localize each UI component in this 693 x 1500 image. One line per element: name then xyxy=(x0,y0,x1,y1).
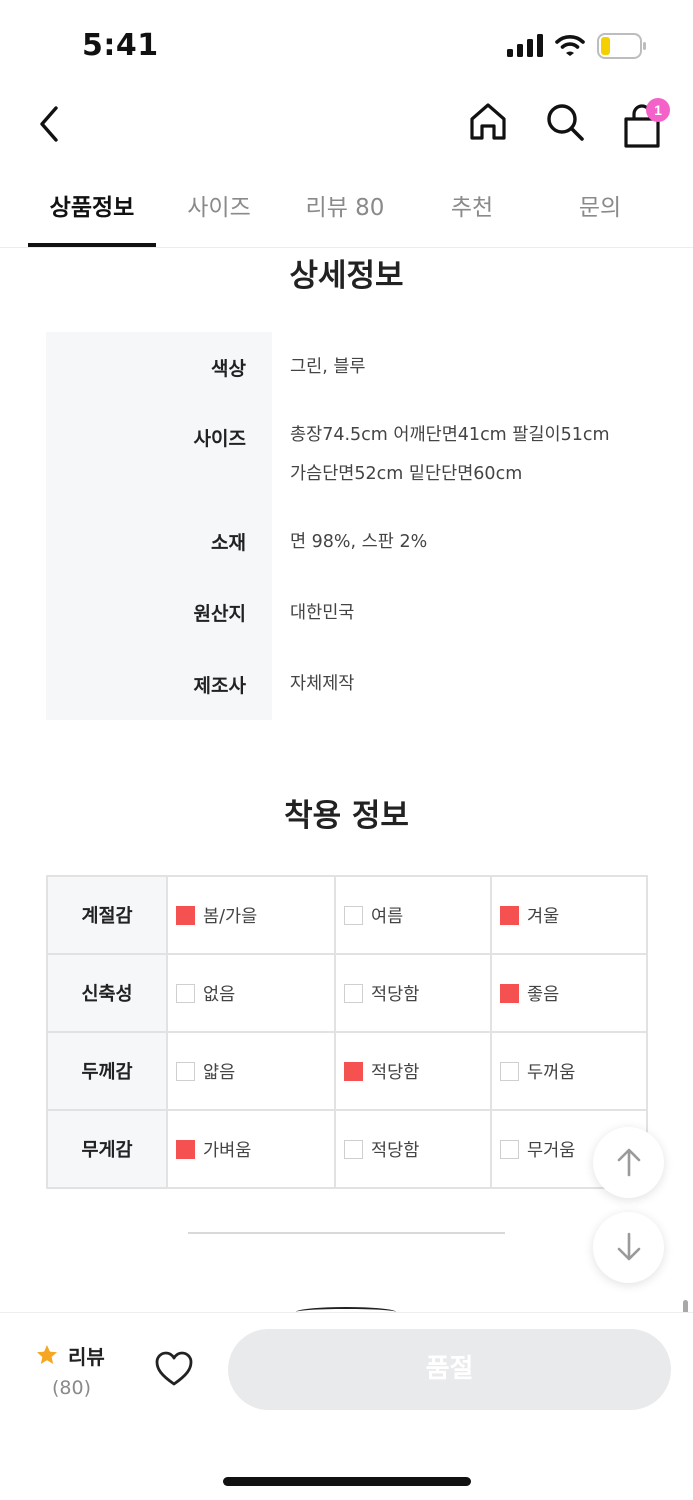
status-time: 5:41 xyxy=(82,28,159,63)
tab-inquiry[interactable]: 문의 xyxy=(536,188,664,248)
wear-option: 적당함 xyxy=(334,1031,492,1111)
cart-count-badge: 1 xyxy=(646,98,670,122)
detail-title: 상세정보 xyxy=(289,258,404,294)
search-icon xyxy=(547,104,584,141)
wear-option-label: 얇음 xyxy=(203,1062,236,1083)
detail-value-material: 면 98%, 스판 2% xyxy=(290,532,428,552)
wear-label-thickness: 두께감 xyxy=(46,1031,168,1111)
table-row: 두께감 얇음 적당함 두꺼움 xyxy=(46,1031,648,1111)
table-row: 무게감 가벼움 적당함 무거움 xyxy=(46,1109,648,1189)
checkbox-icon xyxy=(500,905,519,925)
wear-label-weight: 무게감 xyxy=(46,1109,168,1189)
bottom-action-bar: 리뷰 (80) 품절 xyxy=(0,1312,693,1500)
wear-option: 없음 xyxy=(166,953,336,1033)
checkbox-icon xyxy=(344,905,363,925)
review-label: 리뷰 xyxy=(68,1345,105,1369)
tab-size[interactable]: 사이즈 xyxy=(156,188,282,248)
tab-review[interactable]: 리뷰 80 xyxy=(282,188,408,248)
wear-option: 겨울 xyxy=(490,875,648,955)
wear-option-label: 좋음 xyxy=(527,984,560,1005)
tab-recommend[interactable]: 추천 xyxy=(408,188,536,248)
checkbox-icon xyxy=(176,1139,195,1159)
search-button[interactable] xyxy=(543,100,587,144)
detail-label-origin: 원산지 xyxy=(193,603,246,625)
wear-option-label: 겨울 xyxy=(527,906,560,927)
detail-label-manufacturer: 제조사 xyxy=(193,675,246,697)
detail-label-size: 사이즈 xyxy=(193,428,246,450)
checkbox-icon xyxy=(344,1139,363,1159)
detail-value-color: 그린, 블루 xyxy=(290,357,366,377)
wear-option: 여름 xyxy=(334,875,492,955)
wear-option-label: 적당함 xyxy=(371,1140,420,1161)
checkbox-icon xyxy=(500,1061,519,1081)
detail-value-size: 총장74.5cm 어깨단면41cm 팔길이51cm xyxy=(290,425,610,445)
checkbox-icon xyxy=(344,1061,363,1081)
wear-option: 얇음 xyxy=(166,1031,336,1111)
wear-option-label: 가벼움 xyxy=(203,1140,252,1161)
wear-title: 착용 정보 xyxy=(284,798,409,834)
detail-table: 색상 그린, 블루 사이즈 총장74.5cm 어깨단면41cm 팔길이51cm … xyxy=(46,332,646,720)
table-row: 신축성 없음 적당함 좋음 xyxy=(46,953,648,1033)
review-count: (80) xyxy=(52,1377,92,1399)
wear-option: 적당함 xyxy=(334,953,492,1033)
detail-value-manufacturer: 자체제작 xyxy=(290,674,355,694)
wear-option: 적당함 xyxy=(334,1109,492,1189)
wear-option: 두꺼움 xyxy=(490,1031,648,1111)
detail-label-material: 소재 xyxy=(211,532,246,554)
table-row: 계절감 봄/가을 여름 겨울 xyxy=(46,875,648,955)
tab-bar: 상품정보 사이즈 리뷰 80 추천 문의 xyxy=(0,168,693,248)
wear-option-label: 무거움 xyxy=(527,1140,576,1161)
header: 1 xyxy=(0,92,693,160)
active-tab-indicator xyxy=(28,243,156,247)
wear-option-label: 여름 xyxy=(371,906,404,927)
cart-button[interactable]: 1 xyxy=(620,98,670,148)
checkbox-icon xyxy=(344,983,363,1003)
detail-value-size-2: 가슴단면52cm 밑단단면60cm xyxy=(290,464,523,484)
checkbox-icon xyxy=(176,905,195,925)
wear-option-label: 없음 xyxy=(203,984,236,1005)
star-icon xyxy=(37,1345,57,1364)
battery-icon xyxy=(597,33,646,59)
scroll-bottom-button[interactable] xyxy=(593,1212,664,1283)
wear-option-label: 적당함 xyxy=(371,1062,420,1083)
tab-product-info[interactable]: 상품정보 xyxy=(28,188,156,248)
detail-value-origin: 대한민국 xyxy=(290,603,355,623)
wear-option-label: 적당함 xyxy=(371,984,420,1005)
arrow-up-icon xyxy=(617,1148,641,1177)
wear-label-season: 계절감 xyxy=(46,875,168,955)
wear-option: 좋음 xyxy=(490,953,648,1033)
checkbox-icon xyxy=(500,983,519,1003)
home-icon xyxy=(470,103,506,140)
signal-icon xyxy=(507,34,543,57)
wifi-icon xyxy=(555,35,585,56)
wishlist-button[interactable] xyxy=(155,1351,193,1387)
back-button[interactable] xyxy=(30,100,70,148)
detail-label-column xyxy=(46,332,272,720)
arrow-down-icon xyxy=(617,1232,641,1261)
wear-option: 봄/가을 xyxy=(166,875,336,955)
status-bar: 5:41 xyxy=(0,0,693,92)
wear-option: 가벼움 xyxy=(166,1109,336,1189)
wear-label-stretch: 신축성 xyxy=(46,953,168,1033)
home-indicator xyxy=(223,1477,471,1486)
wear-option-label: 두꺼움 xyxy=(527,1062,576,1083)
wear-option-label: 봄/가을 xyxy=(203,906,258,927)
heart-icon xyxy=(155,1351,193,1386)
detail-label-color: 색상 xyxy=(211,358,246,380)
checkbox-icon xyxy=(176,1061,195,1081)
chevron-left-icon xyxy=(40,106,58,142)
checkbox-icon xyxy=(176,983,195,1003)
section-divider xyxy=(188,1232,505,1234)
buy-button-soldout[interactable]: 품절 xyxy=(228,1329,671,1410)
scroll-top-button[interactable] xyxy=(593,1127,664,1198)
checkbox-icon xyxy=(500,1139,519,1159)
wear-info-table: 계절감 봄/가을 여름 겨울 신축성 없음 적당함 좋음 두께감 얇음 적당함 … xyxy=(46,875,648,1189)
home-button[interactable] xyxy=(466,100,510,144)
review-summary-button[interactable]: 리뷰 (80) xyxy=(36,1337,126,1407)
